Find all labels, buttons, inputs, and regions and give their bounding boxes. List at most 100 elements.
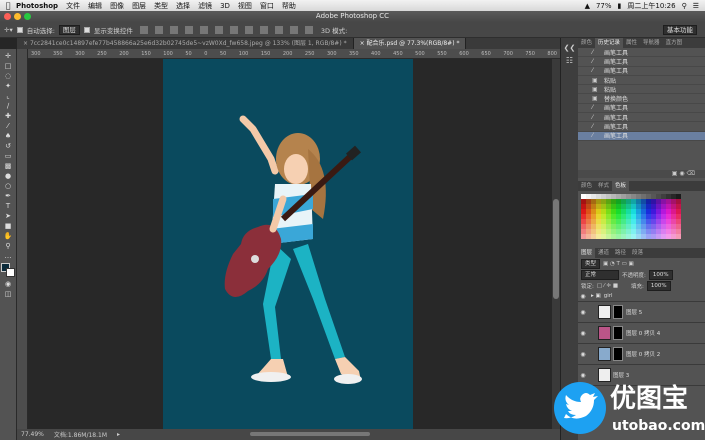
align-vcenter-icon[interactable] (154, 25, 163, 34)
menu-layer[interactable]: 图层 (132, 1, 146, 11)
move-tool-icon[interactable]: ✛▾ (4, 26, 13, 34)
menu-3d[interactable]: 3D (220, 2, 230, 10)
layer-row[interactable]: ◉ 图层 0 拷贝 2 (578, 344, 705, 365)
dodge-tool-icon[interactable]: ○ (3, 181, 14, 191)
brush-panel-icon[interactable]: ☷ (561, 56, 578, 65)
brush-tool-icon[interactable]: ⁄ (3, 121, 14, 131)
close-button[interactable] (4, 13, 11, 20)
quick-mask-icon[interactable]: ◉ (3, 279, 14, 289)
history-item[interactable]: ▣ 粘贴 (578, 85, 705, 95)
doc-tab-1[interactable]: × 7cc2841ce0c14897efe77b458866a25e6d32b0… (17, 38, 354, 49)
app-name[interactable]: Photoshop (16, 2, 58, 10)
opacity-input[interactable]: 100% (648, 269, 673, 280)
background-color[interactable] (6, 268, 15, 277)
screen-mode-icon[interactable]: ◫ (3, 289, 14, 299)
trash-icon[interactable]: ⌫ (687, 170, 695, 177)
eye-icon[interactable]: ◉ (578, 309, 588, 316)
menu-view[interactable]: 视图 (238, 1, 252, 11)
history-item[interactable]: ⁄ 画笔工具 (578, 67, 705, 76)
eye-icon[interactable]: ◉ (578, 351, 588, 358)
vertical-scroll-thumb[interactable] (553, 199, 559, 299)
stamp-tool-icon[interactable]: ♠ (3, 131, 14, 141)
align-right-icon[interactable] (214, 25, 223, 34)
pen-tool-icon[interactable]: ✒ (3, 191, 14, 201)
blur-tool-icon[interactable]: ● (3, 171, 14, 181)
history-brush-tool-icon[interactable]: ↺ (3, 141, 14, 151)
history-item[interactable]: ▣ 粘贴 (578, 76, 705, 86)
tab-properties[interactable]: 属性 (623, 38, 640, 48)
doc-size[interactable]: 文档:1.86M/18.1M (54, 430, 107, 439)
tab-styles[interactable]: 样式 (595, 181, 612, 191)
distribute-right-icon[interactable] (304, 25, 313, 34)
clock[interactable]: 周二上午10:26 (627, 1, 675, 11)
history-item[interactable]: ▣ 替换颜色 (578, 94, 705, 104)
lasso-tool-icon[interactable]: ◌ (3, 71, 14, 81)
align-top-icon[interactable] (139, 25, 148, 34)
tab-history[interactable]: 历史记录 (595, 38, 624, 48)
distribute-top-icon[interactable] (229, 25, 238, 34)
document-canvas[interactable] (163, 59, 413, 429)
auto-select-dropdown[interactable]: 图层 (58, 24, 80, 35)
align-left-icon[interactable] (184, 25, 193, 34)
menu-window[interactable]: 窗口 (260, 1, 274, 11)
history-item[interactable]: ⁄ 画笔工具 (578, 57, 705, 67)
distribute-hcenter-icon[interactable] (289, 25, 298, 34)
battery-percent[interactable]: 77% (596, 2, 612, 10)
menu-type[interactable]: 类型 (154, 1, 168, 11)
distribute-vcenter-icon[interactable] (244, 25, 253, 34)
eye-icon[interactable]: ◉ (578, 293, 588, 300)
tab-histogram[interactable]: 直方图 (663, 38, 686, 48)
zoom-level[interactable]: 77.49% (21, 431, 44, 438)
search-icon[interactable]: ⚲ (682, 2, 687, 10)
crop-tool-icon[interactable]: ⌞ (3, 91, 14, 101)
menu-file[interactable]: 文件 (66, 1, 80, 11)
tab-color2[interactable]: 颜色 (578, 181, 595, 191)
dock-collapse-icon[interactable]: ❮❮ (561, 44, 578, 52)
tab-layers[interactable]: 图层 (578, 248, 596, 258)
fill-input[interactable]: 100% (646, 280, 671, 291)
eraser-tool-icon[interactable]: ▭ (3, 151, 14, 161)
path-select-tool-icon[interactable]: ➤ (3, 211, 14, 221)
battery-icon[interactable]: ▮ (618, 2, 622, 10)
tab-navigator[interactable]: 导航器 (640, 38, 663, 48)
more-tools-icon[interactable]: … (3, 251, 14, 261)
tab-paths[interactable]: 路径 (612, 248, 629, 258)
menu-select[interactable]: 选择 (176, 1, 190, 11)
blend-mode-dropdown[interactable]: 正常 (581, 269, 619, 280)
menu-help[interactable]: 帮助 (282, 1, 296, 11)
apple-icon[interactable]:  (0, 1, 16, 10)
camera-icon[interactable]: ◉ (679, 170, 684, 177)
healing-tool-icon[interactable]: ✚ (3, 111, 14, 121)
snapshot-icon[interactable]: ▣ (672, 170, 678, 177)
status-arrow-icon[interactable]: ▸ (117, 431, 120, 438)
type-tool-icon[interactable]: T (3, 201, 14, 211)
history-item[interactable]: ⁄ 画笔工具 (578, 104, 705, 114)
list-icon[interactable]: ☰ (693, 2, 699, 10)
filter-icons[interactable]: ▣ ◔ T ▭ ▣ (603, 261, 634, 267)
shape-tool-icon[interactable]: ■ (3, 221, 14, 231)
menu-filter[interactable]: 滤镜 (198, 1, 212, 11)
show-transform-checkbox[interactable] (83, 26, 90, 33)
zoom-tool-icon[interactable]: ⚲ (3, 241, 14, 251)
history-item[interactable]: ⁄ 画笔工具 (578, 122, 705, 132)
lock-icons[interactable]: □ ⁄ ✛ ■ (597, 283, 618, 289)
layer-group-row[interactable]: ◉ ▸ ▣ girl (578, 291, 705, 302)
distribute-left-icon[interactable] (274, 25, 283, 34)
align-hcenter-icon[interactable] (199, 25, 208, 34)
horizontal-scroll-thumb[interactable] (250, 432, 370, 436)
history-item-selected[interactable]: ⁄ 画笔工具 (578, 131, 705, 141)
move-tool-icon[interactable]: ✛ (3, 51, 14, 61)
auto-select-checkbox[interactable] (16, 26, 23, 33)
layer-row[interactable]: ◉ 图层 0 拷贝 4 (578, 323, 705, 344)
minimize-button[interactable] (14, 13, 21, 20)
vertical-scrollbar[interactable] (552, 59, 560, 429)
tab-swatches[interactable]: 色板 (612, 181, 630, 191)
gradient-tool-icon[interactable]: ▩ (3, 161, 14, 171)
tab-color[interactable]: 颜色 (578, 38, 595, 48)
marquee-tool-icon[interactable]: □ (3, 61, 14, 71)
color-swatches[interactable] (1, 263, 15, 277)
eye-icon[interactable]: ◉ (578, 330, 588, 337)
quick-select-tool-icon[interactable]: ✦ (3, 81, 14, 91)
swatch[interactable] (676, 234, 681, 239)
zoom-button[interactable] (24, 13, 31, 20)
